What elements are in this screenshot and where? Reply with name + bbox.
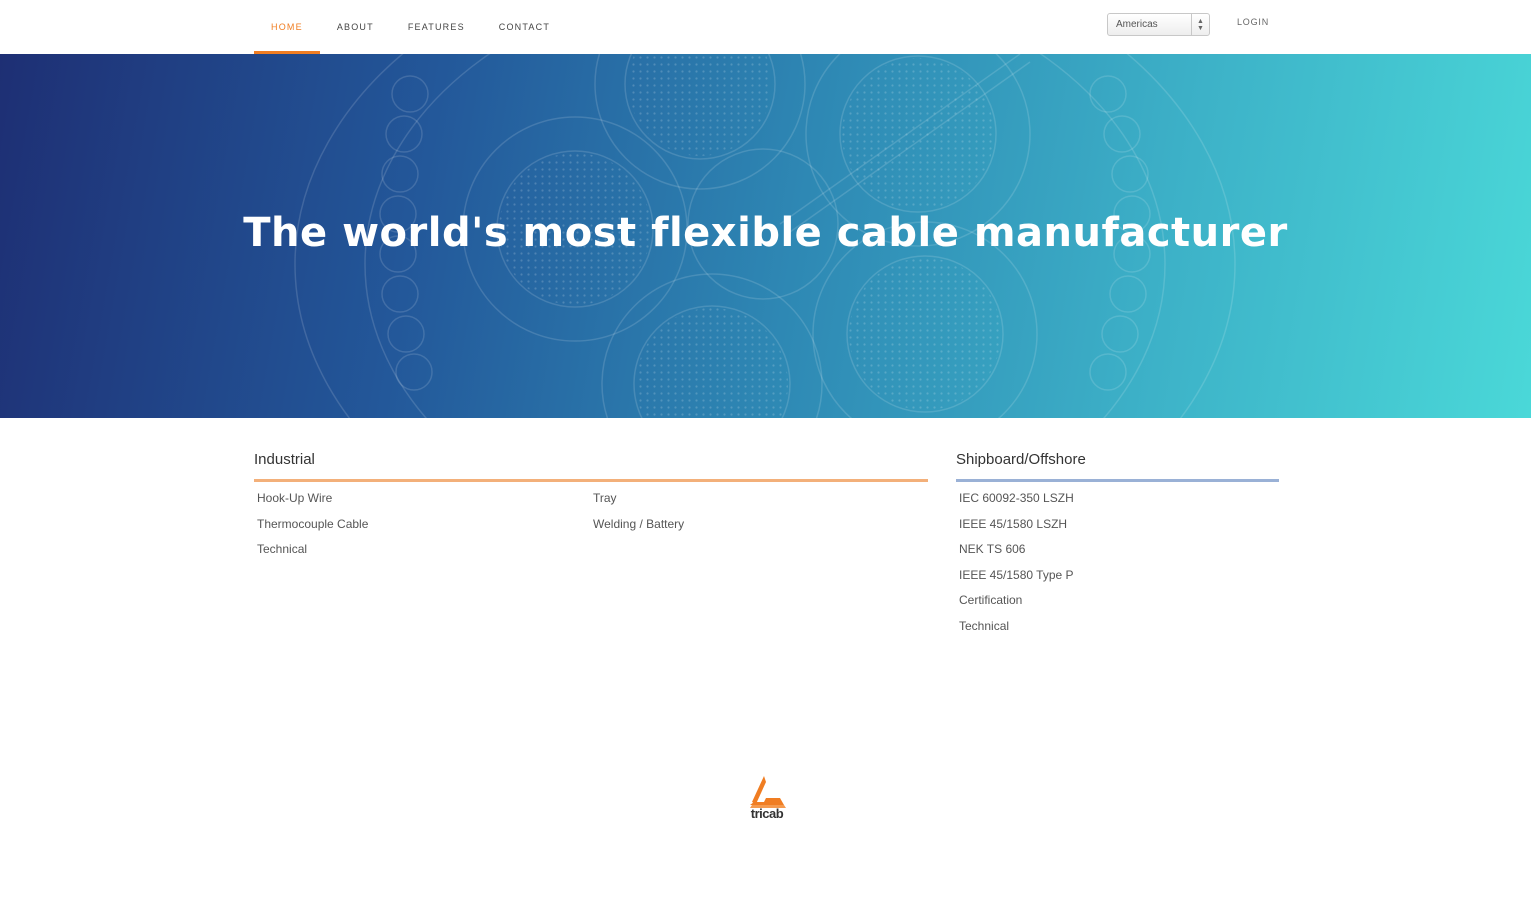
login-link[interactable]: LOGIN — [1237, 17, 1269, 27]
nav-contact[interactable]: CONTACT — [482, 0, 567, 54]
link-iec-60092-350[interactable]: IEC 60092-350 LSZH — [956, 490, 1279, 516]
logo-wordmark: tricab — [750, 806, 784, 821]
region-select-value: Americas — [1116, 19, 1158, 30]
link-ieee-45-1580-type-p[interactable]: IEEE 45/1580 Type P — [956, 567, 1279, 593]
link-tray[interactable]: Tray — [590, 490, 926, 516]
nav-home[interactable]: HOME — [254, 0, 320, 54]
nav-features[interactable]: FEATURES — [391, 0, 482, 54]
shipboard-links: IEC 60092-350 LSZH IEEE 45/1580 LSZH NEK… — [956, 490, 1279, 643]
select-arrows-icon: ▲ ▼ — [1191, 14, 1209, 35]
link-welding-battery[interactable]: Welding / Battery — [590, 516, 926, 542]
main-nav: HOME ABOUT FEATURES CONTACT — [254, 0, 567, 54]
link-shipboard-technical[interactable]: Technical — [956, 618, 1279, 644]
link-thermocouple-cable[interactable]: Thermocouple Cable — [254, 516, 590, 542]
link-hook-up-wire[interactable]: Hook-Up Wire — [254, 490, 590, 516]
hero-title: The world's most flexible cable manufact… — [243, 210, 1288, 256]
nav-about[interactable]: ABOUT — [320, 0, 391, 54]
link-certification[interactable]: Certification — [956, 592, 1279, 618]
top-navigation-bar: HOME ABOUT FEATURES CONTACT Americas ▲ ▼ … — [0, 0, 1531, 54]
industrial-links: Hook-Up Wire Tray Thermocouple Cable Wel… — [254, 490, 928, 567]
shipboard-section: Shipboard/Offshore IEC 60092-350 LSZH IE… — [956, 451, 1279, 643]
shipboard-heading: Shipboard/Offshore — [956, 451, 1279, 482]
link-industrial-technical[interactable]: Technical — [254, 541, 590, 567]
link-ieee-45-1580-lszh[interactable]: IEEE 45/1580 LSZH — [956, 516, 1279, 542]
region-select[interactable]: Americas ▲ ▼ — [1107, 13, 1210, 36]
industrial-heading: Industrial — [254, 451, 928, 482]
industrial-section: Industrial Hook-Up Wire Tray Thermocoupl… — [254, 451, 928, 567]
hero-banner: The world's most flexible cable manufact… — [0, 54, 1531, 418]
link-nek-ts-606[interactable]: NEK TS 606 — [956, 541, 1279, 567]
